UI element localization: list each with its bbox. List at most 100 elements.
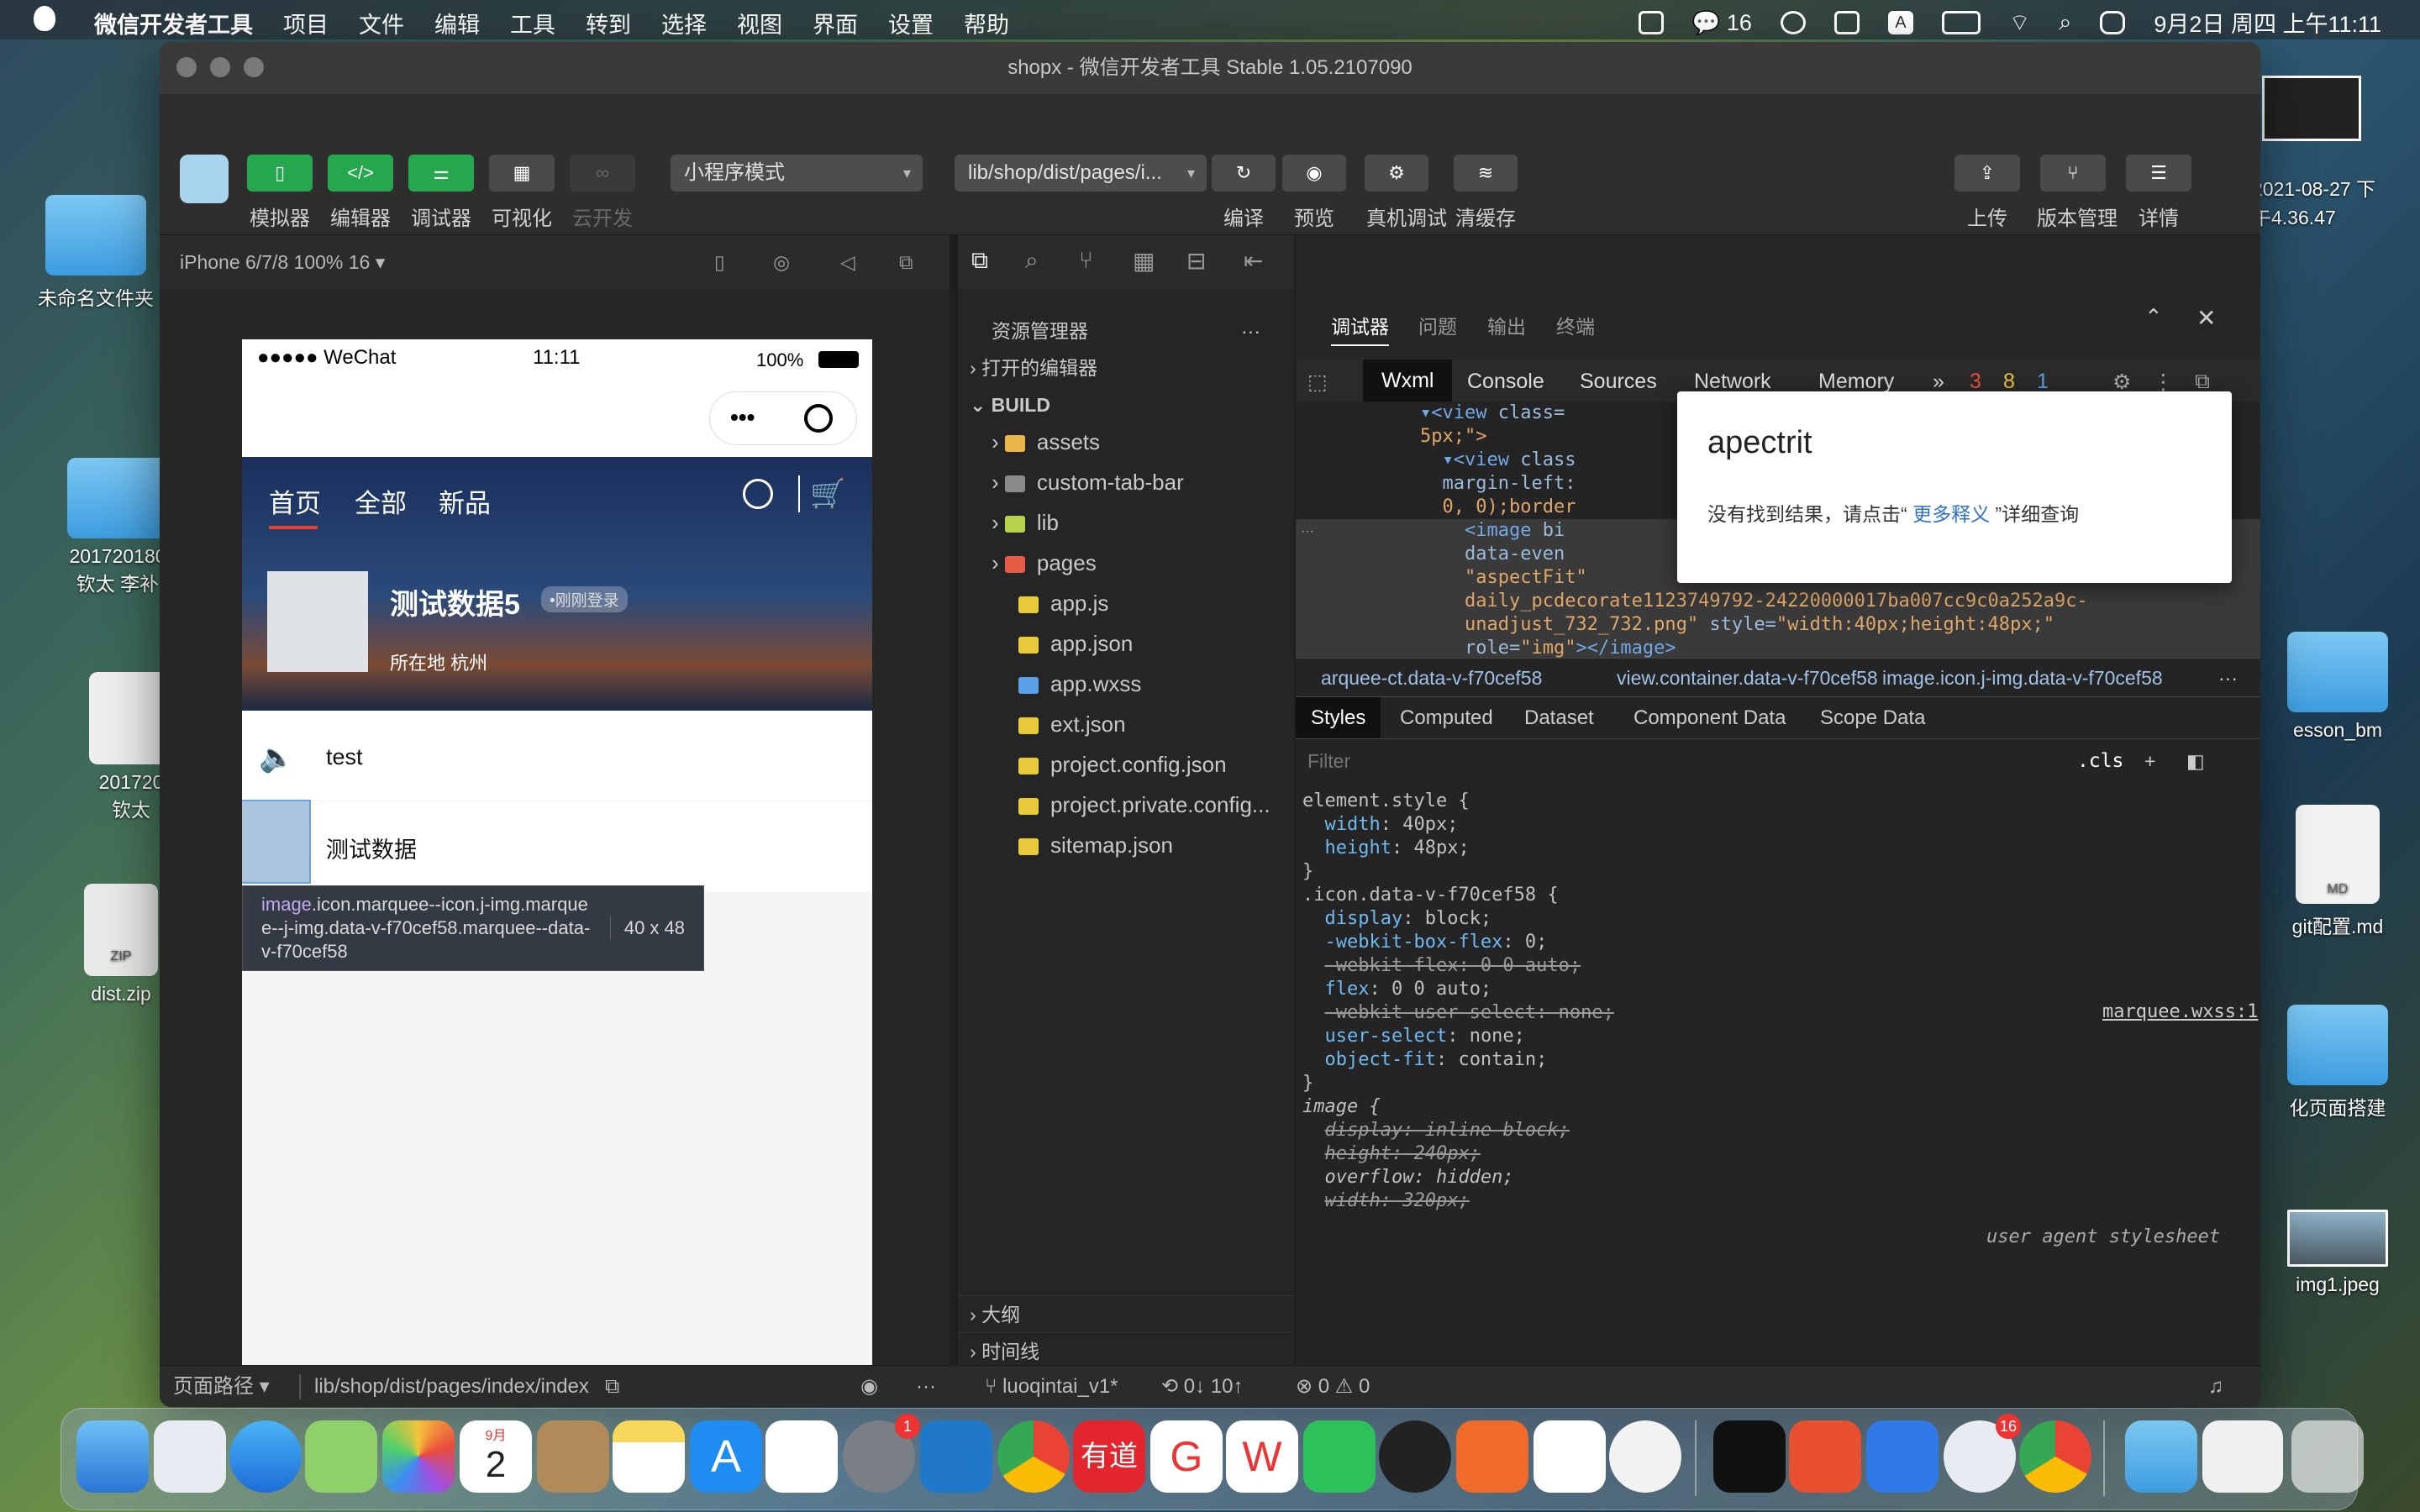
cls-button[interactable]: .cls [2077, 739, 2123, 783]
file-tree-item[interactable]: project.private.config... [958, 786, 1294, 823]
window-icon[interactable]: ⧉ [899, 235, 913, 289]
remote-debug-button[interactable]: ⚙ [1365, 155, 1428, 192]
notes-icon[interactable] [613, 1420, 685, 1493]
record-icon[interactable]: ◎ [773, 235, 790, 289]
warning-count[interactable]: 8 [2003, 370, 2015, 394]
project-avatar[interactable] [180, 155, 229, 203]
close-window-button[interactable] [176, 57, 197, 77]
more-definitions-link[interactable]: 更多释义 [1912, 503, 1990, 525]
breadcrumb-item[interactable]: image.icon.j-img.data-v-f70cef58 [1882, 659, 2163, 697]
dock-icon[interactable]: ⧉ [2195, 370, 2210, 394]
outline-section[interactable]: › 大纲 [958, 1295, 1294, 1332]
maps-icon[interactable] [305, 1420, 377, 1493]
extensions-icon[interactable]: ▦ [1133, 247, 1155, 275]
add-rule-icon[interactable]: + [2144, 739, 2155, 783]
source-control-icon[interactable]: ⑂ [1079, 247, 1093, 274]
recent-window-icon[interactable] [2202, 1420, 2283, 1493]
menu-item[interactable]: 界面 [813, 7, 858, 39]
timeline-section[interactable]: › 时间线 [958, 1332, 1294, 1369]
control-center-icon[interactable] [2100, 10, 2126, 34]
sync-status[interactable]: ⟲ 0↓ 10↑ [1161, 1366, 1244, 1407]
device-icon[interactable]: ▯ [714, 235, 725, 289]
collapse-icon[interactable]: ⇤ [1244, 247, 1263, 275]
tab-scope-data[interactable]: Scope Data [1820, 697, 1925, 739]
zoom-window-button[interactable] [244, 57, 264, 77]
desktop-folder[interactable]: 化页面搭建 [2262, 1005, 2413, 1121]
clear-cache-button[interactable]: ≋ [1454, 155, 1518, 192]
menu-app[interactable]: 微信开发者工具 [94, 7, 253, 39]
cart-icon[interactable]: 🛒 [810, 477, 845, 511]
git-app-icon[interactable]: G [1150, 1420, 1223, 1493]
editor-toggle[interactable]: </> [328, 155, 393, 192]
desktop-folder[interactable]: esson_bm [2262, 632, 2413, 742]
battery-icon[interactable] [1941, 10, 1981, 34]
visual-toggle[interactable]: ▦ [489, 155, 555, 192]
reminders-icon[interactable] [765, 1420, 838, 1493]
close-icon[interactable]: ✕ [2196, 304, 2216, 332]
status-app-icon[interactable] [1638, 10, 1664, 34]
page-path-select[interactable]: 页面路径 ▾ [173, 1366, 270, 1407]
more-icon[interactable]: ··· [916, 1366, 936, 1407]
xmind-icon[interactable] [1789, 1420, 1861, 1493]
preview-button[interactable]: ◉ [1282, 155, 1346, 192]
file-tree-item[interactable]: › lib [958, 504, 1294, 541]
screenshot-thumbnail[interactable] [2262, 76, 2361, 141]
keynote-icon[interactable] [1534, 1420, 1606, 1493]
input-method-icon[interactable]: A [1887, 10, 1913, 34]
open-editors-section[interactable]: › 打开的编辑器 [958, 349, 1294, 386]
more-icon[interactable]: ••• [730, 404, 755, 431]
wechat-icon[interactable] [1303, 1420, 1376, 1493]
mute-icon[interactable]: ◁ [840, 235, 855, 289]
more-tabs-icon[interactable]: » [1933, 370, 1944, 394]
menu-item[interactable]: 项目 [283, 7, 329, 39]
error-count[interactable]: 3 [1970, 370, 1981, 394]
desktop-label[interactable]: 2021-08-27 下 午4.36.47 [2252, 173, 2420, 230]
clock[interactable]: 9月2日 周四 上午11:11 [2154, 6, 2381, 39]
problems-status[interactable]: ⊗ 0 ⚠ 0 [1296, 1366, 1370, 1407]
eye-icon[interactable]: ◉ [860, 1366, 878, 1407]
search-icon[interactable] [743, 479, 773, 509]
styles-rules[interactable]: element.style { width: 40px; height: 48p… [1302, 790, 1614, 1213]
chrome-icon[interactable] [997, 1420, 1070, 1493]
wifi-icon[interactable]: ⌔ [2009, 8, 2030, 37]
app-store-icon[interactable]: A [690, 1420, 762, 1493]
launchpad-icon[interactable] [154, 1420, 226, 1493]
chrome-canary-icon[interactable] [2019, 1420, 2091, 1493]
details-button[interactable]: ☰ [2126, 155, 2191, 192]
page-path[interactable]: lib/shop/dist/pages/index/index [299, 1366, 589, 1407]
menu-item[interactable]: 工具 [510, 7, 555, 39]
simulator-toggle[interactable]: ▯ [247, 155, 313, 192]
bell-icon[interactable]: ♫ [2208, 1366, 2223, 1407]
tab-styles[interactable]: Styles [1296, 697, 1381, 739]
wechat-devtools-icon[interactable] [1609, 1420, 1681, 1493]
tab-problems[interactable]: 问题 [1418, 311, 1457, 339]
file-tree-item[interactable]: app.js [958, 585, 1294, 622]
marquee-row[interactable]: 测试数据 [242, 800, 872, 892]
files-icon[interactable]: ⧉ [971, 247, 988, 275]
more-icon[interactable]: ··· [1241, 312, 1260, 349]
breadcrumb-item[interactable]: view.container.data-v-f70cef58 [1617, 659, 1878, 697]
version-button[interactable]: ⑂ [2040, 155, 2106, 192]
tab-sources[interactable]: Sources [1580, 370, 1657, 394]
menu-item[interactable]: 设置 [888, 7, 934, 39]
inspect-icon[interactable]: ⬚ [1307, 370, 1328, 395]
upload-button[interactable]: ⇪ [1954, 155, 2020, 192]
info-count[interactable]: 1 [2037, 370, 2049, 394]
tab-debugger[interactable]: 调试器 [1331, 311, 1389, 346]
ellipsis-icon[interactable]: ··· [1301, 524, 1314, 539]
tab-network[interactable]: Network [1694, 370, 1771, 394]
contacts-icon[interactable] [537, 1420, 609, 1493]
tab-console[interactable]: Console [1467, 370, 1544, 394]
compile-path-select[interactable]: lib/shop/dist/pages/i... [955, 155, 1207, 192]
more-icon[interactable]: ··· [2218, 659, 2238, 697]
terminal-icon[interactable] [1713, 1420, 1786, 1493]
menu-item[interactable]: 选择 [661, 7, 707, 39]
desktop-file[interactable]: MD git配置.md [2262, 805, 2413, 939]
cloud-dev-button[interactable]: ∞ [570, 155, 635, 192]
storage-icon[interactable]: ⊟ [1186, 247, 1206, 275]
chat-app-icon[interactable]: 16 [1944, 1414, 2021, 1493]
desktop-file[interactable]: img1.jpeg [2262, 1210, 2413, 1296]
source-link[interactable]: marquee.wxss:1 [2102, 1001, 2258, 1022]
calendar-icon[interactable]: 9月 2 [460, 1420, 532, 1493]
build-section[interactable]: ⌄ BUILD [958, 386, 1294, 423]
